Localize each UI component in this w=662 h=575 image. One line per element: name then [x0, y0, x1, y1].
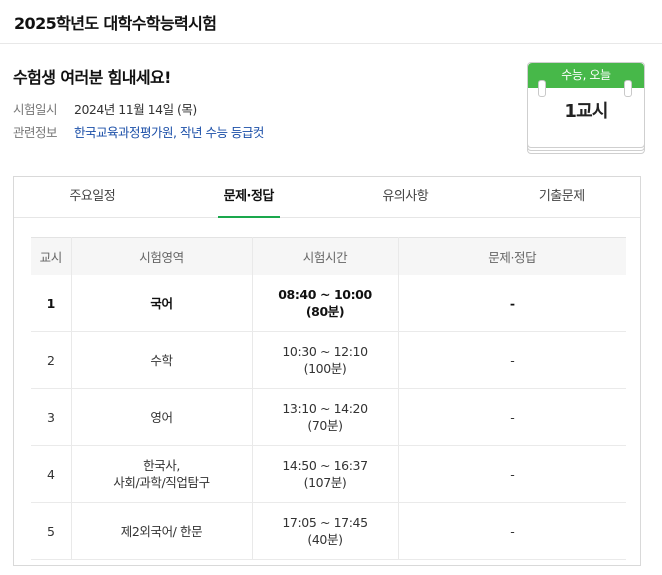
kice-link[interactable]: 한국교육과정평가원 [74, 125, 174, 141]
time-range: 08:40 ~ 10:00 [278, 287, 372, 302]
intro-section: 수험생 여러분 힘내세요! 시험일시 2024년 11월 14일 (목) 관련정… [13, 64, 264, 148]
duration: (100분) [303, 361, 347, 376]
answers-cell: - [398, 445, 626, 503]
table-row: 3 영어 13:10 ~ 14:20 (70분) - [31, 388, 626, 446]
period-cell: 1 [31, 275, 72, 332]
grade-cut-link[interactable]: 작년 수능 등급컷 [180, 125, 264, 141]
header-subject: 시험영역 [71, 237, 253, 275]
calendar-widget: 수능, 오늘 1교시 [527, 62, 645, 154]
time-cell: 10:30 ~ 12:10 (100분) [252, 331, 399, 389]
time-range: 10:30 ~ 12:10 [282, 344, 368, 359]
calendar-period: 1교시 [564, 101, 608, 122]
answers-cell: - [398, 331, 626, 389]
answers-cell: - [398, 275, 626, 332]
period-cell: 5 [31, 502, 72, 560]
subject-line2: 사회/과학/직업탐구 [113, 475, 210, 490]
date-label: 시험일시 [13, 102, 58, 117]
calendar-sheet: 수능, 오늘 1교시 [527, 62, 645, 148]
page-header: 2025학년도 대학수학능력시험 [0, 0, 662, 44]
header-period: 교시 [31, 237, 72, 275]
headline: 수험생 여러분 힘내세요! [13, 68, 171, 87]
answers-cell: - [398, 388, 626, 446]
time-range: 13:10 ~ 14:20 [282, 401, 368, 416]
subject-cell: 수학 [71, 331, 253, 389]
page-title: 2025학년도 대학수학능력시험 [14, 13, 217, 33]
tab-questions-answers[interactable]: 문제·정답 [171, 177, 328, 218]
period-cell: 2 [31, 331, 72, 389]
table-row: 1 국어 08:40 ~ 10:00 (80분) - [31, 275, 626, 332]
table-header-row: 교시 시험영역 시험시간 문제·정답 [31, 237, 626, 275]
schedule-table: 교시 시험영역 시험시간 문제·정답 1 국어 08:40 ~ 10:00 (80… [31, 237, 626, 560]
time-cell: 17:05 ~ 17:45 (40분) [252, 502, 399, 560]
answers-cell: - [398, 502, 626, 560]
subject-cell: 한국사, 사회/과학/직업탐구 [71, 445, 253, 503]
table-row: 5 제2외국어/ 한문 17:05 ~ 17:45 (40분) - [31, 502, 626, 560]
table-row: 4 한국사, 사회/과학/직업탐구 14:50 ~ 16:37 (107분) - [31, 445, 626, 503]
time-cell: 14:50 ~ 16:37 (107분) [252, 445, 399, 503]
period-cell: 4 [31, 445, 72, 503]
table-row: 2 수학 10:30 ~ 12:10 (100분) - [31, 331, 626, 389]
related-separator: , [173, 125, 180, 140]
date-row: 시험일시 2024년 11월 14일 (목) [13, 102, 264, 118]
duration: (80분) [305, 304, 345, 319]
tab-past-exams[interactable]: 기출문제 [484, 177, 641, 217]
tab-notes[interactable]: 유의사항 [327, 177, 484, 217]
duration: (107분) [303, 475, 347, 490]
subject-cell: 영어 [71, 388, 253, 446]
subject-cell: 제2외국어/ 한문 [71, 502, 253, 560]
date-value: 2024년 11월 14일 (목) [74, 102, 197, 117]
time-range: 14:50 ~ 16:37 [282, 458, 368, 473]
duration: (70분) [307, 418, 343, 433]
calendar-ring-icon [538, 80, 546, 97]
calendar-ring-icon [624, 80, 632, 97]
header-answers: 문제·정답 [398, 237, 626, 275]
related-label: 관련정보 [13, 125, 58, 140]
subject-cell: 국어 [71, 275, 253, 332]
time-cell: 08:40 ~ 10:00 (80분) [252, 275, 399, 332]
tab-schedule[interactable]: 주요일정 [14, 177, 171, 217]
subject-line1: 한국사, [143, 458, 180, 473]
period-cell: 3 [31, 388, 72, 446]
tab-bar: 주요일정 문제·정답 유의사항 기출문제 [14, 177, 640, 218]
header-time: 시험시간 [252, 237, 399, 275]
exam-panel: 주요일정 문제·정답 유의사항 기출문제 교시 시험영역 시험시간 문제·정답 … [13, 176, 641, 566]
time-cell: 13:10 ~ 14:20 (70분) [252, 388, 399, 446]
time-range: 17:05 ~ 17:45 [282, 515, 368, 530]
related-row: 관련정보 한국교육과정평가원, 작년 수능 등급컷 [13, 125, 264, 141]
duration: (40분) [307, 532, 343, 547]
